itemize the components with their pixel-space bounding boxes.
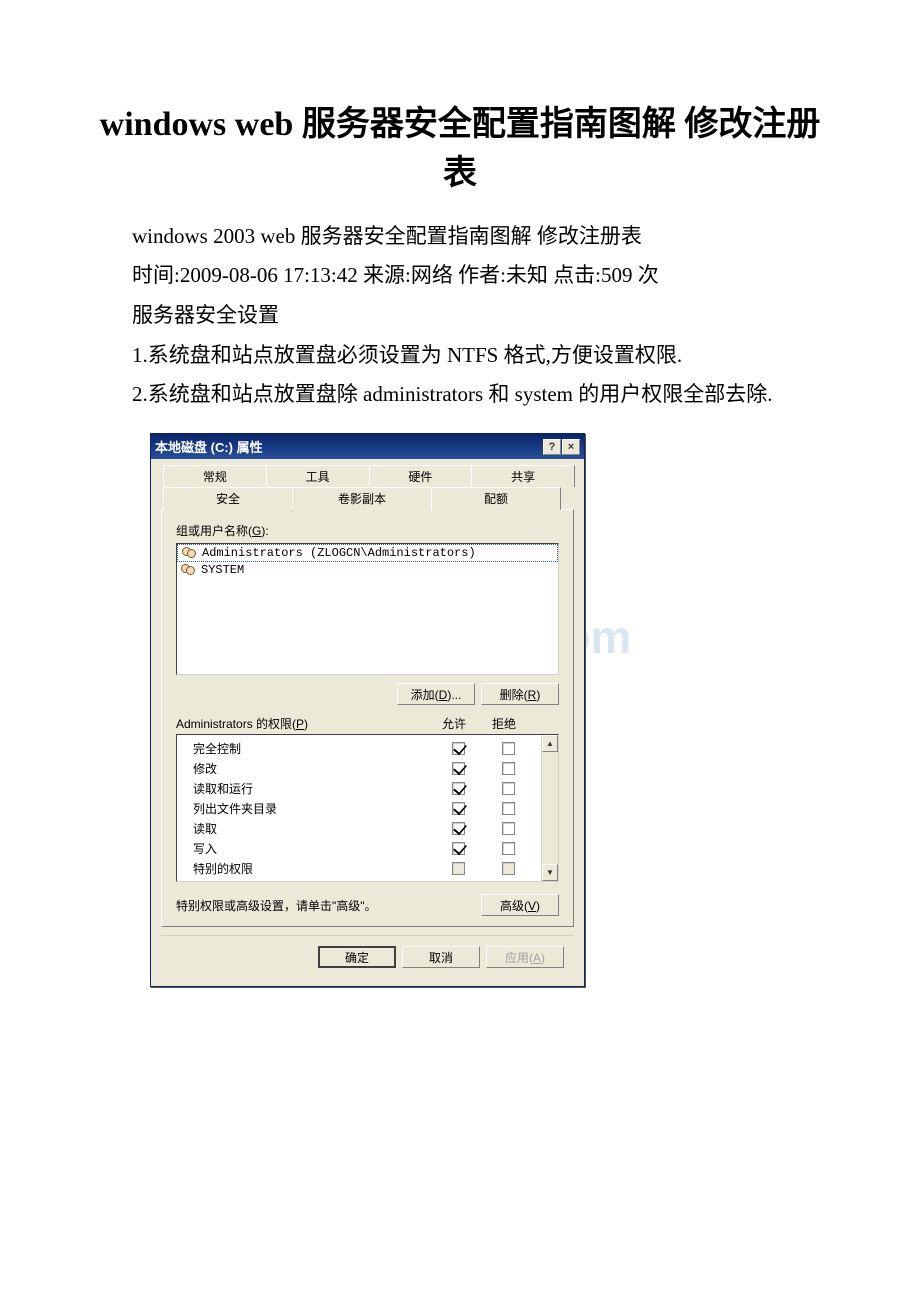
tab-general[interactable]: 常规 bbox=[163, 465, 267, 487]
permission-name: 修改 bbox=[193, 760, 433, 777]
user-name: SYSTEM bbox=[201, 563, 244, 577]
group-users-label: 组或用户名称(G): bbox=[176, 522, 559, 539]
apply-button[interactable]: 应用(A) bbox=[486, 946, 564, 968]
permission-name: 完全控制 bbox=[193, 740, 433, 757]
para-step-2: 2.系统盘和站点放置盘除 administrators 和 system 的用户… bbox=[90, 377, 830, 413]
tab-quota[interactable]: 配额 bbox=[431, 487, 561, 510]
table-row: 列出文件夹目录 bbox=[193, 798, 533, 818]
properties-dialog: 本地磁盘 (C:) 属性 ? × 常规 工具 硬件 共享 安全 卷影副本 配额 bbox=[150, 433, 585, 987]
permission-name: 读取 bbox=[193, 820, 433, 837]
tab-container: 常规 工具 硬件 共享 安全 卷影副本 配额 组或用户名称(G): bbox=[161, 465, 574, 927]
deny-checkbox[interactable] bbox=[502, 782, 515, 795]
tab-hardware[interactable]: 硬件 bbox=[369, 465, 473, 487]
document-title: windows web 服务器安全配置指南图解 修改注册表 bbox=[90, 100, 830, 199]
group-icon bbox=[181, 563, 197, 577]
scrollbar[interactable]: ▲ ▼ bbox=[541, 735, 558, 881]
permissions-label: Administrators 的权限(P) bbox=[176, 715, 308, 732]
deny-checkbox[interactable] bbox=[502, 762, 515, 775]
advanced-button[interactable]: 高级(V) bbox=[481, 894, 559, 916]
allow-checkbox[interactable] bbox=[452, 762, 465, 775]
dialog-titlebar[interactable]: 本地磁盘 (C:) 属性 ? × bbox=[151, 434, 584, 459]
list-item[interactable]: SYSTEM bbox=[177, 562, 558, 578]
tab-security[interactable]: 安全 bbox=[163, 487, 293, 511]
add-button[interactable]: 添加(D)... bbox=[397, 683, 475, 705]
dialog-title: 本地磁盘 (C:) 属性 bbox=[155, 437, 263, 456]
scroll-down-icon[interactable]: ▼ bbox=[542, 864, 558, 881]
table-row: 读取 bbox=[193, 818, 533, 838]
screenshot-container: 本地磁盘 (C:) 属性 ? × 常规 工具 硬件 共享 安全 卷影副本 配额 bbox=[150, 433, 830, 987]
deny-checkbox[interactable] bbox=[502, 822, 515, 835]
para-meta: 时间:2009-08-06 17:13:42 来源:网络 作者:未知 点击:50… bbox=[90, 258, 830, 294]
table-row: 完全控制 bbox=[193, 738, 533, 758]
column-allow: 允许 bbox=[429, 715, 479, 732]
group-icon bbox=[182, 546, 198, 560]
allow-checkbox[interactable] bbox=[452, 742, 465, 755]
help-button[interactable]: ? bbox=[543, 439, 561, 455]
users-listbox[interactable]: Administrators (ZLOGCN\Administrators) S… bbox=[176, 543, 559, 675]
allow-checkbox[interactable] bbox=[452, 842, 465, 855]
document-body: windows 2003 web 服务器安全配置指南图解 修改注册表 时间:20… bbox=[90, 219, 830, 413]
permission-name: 特别的权限 bbox=[193, 860, 433, 877]
permissions-table: 完全控制修改读取和运行列出文件夹目录读取写入特别的权限 bbox=[177, 735, 541, 881]
security-tab-panel: 组或用户名称(G): Administrators (ZLOGCN\Admini… bbox=[161, 509, 574, 927]
permission-name: 列出文件夹目录 bbox=[193, 800, 433, 817]
tab-tools[interactable]: 工具 bbox=[266, 465, 370, 487]
scroll-up-icon[interactable]: ▲ bbox=[542, 735, 558, 752]
allow-checkbox[interactable] bbox=[452, 862, 465, 875]
allow-checkbox[interactable] bbox=[452, 802, 465, 815]
para-heading: 服务器安全设置 bbox=[90, 298, 830, 334]
table-row: 读取和运行 bbox=[193, 778, 533, 798]
cancel-button[interactable]: 取消 bbox=[402, 946, 480, 968]
deny-checkbox[interactable] bbox=[502, 862, 515, 875]
user-name: Administrators (ZLOGCN\Administrators) bbox=[202, 546, 476, 560]
close-button[interactable]: × bbox=[562, 439, 580, 455]
table-row: 写入 bbox=[193, 838, 533, 858]
remove-button[interactable]: 删除(R) bbox=[481, 683, 559, 705]
para-step-1: 1.系统盘和站点放置盘必须设置为 NTFS 格式,方便设置权限. bbox=[90, 338, 830, 374]
para-subtitle: windows 2003 web 服务器安全配置指南图解 修改注册表 bbox=[90, 219, 830, 255]
tab-sharing[interactable]: 共享 bbox=[471, 465, 575, 487]
column-deny: 拒绝 bbox=[479, 715, 529, 732]
allow-checkbox[interactable] bbox=[452, 782, 465, 795]
ok-button[interactable]: 确定 bbox=[318, 946, 396, 968]
table-row: 特别的权限 bbox=[193, 858, 533, 878]
permission-name: 写入 bbox=[193, 840, 433, 857]
allow-checkbox[interactable] bbox=[452, 822, 465, 835]
tab-shadow-copies[interactable]: 卷影副本 bbox=[292, 487, 432, 510]
deny-checkbox[interactable] bbox=[502, 802, 515, 815]
list-item[interactable]: Administrators (ZLOGCN\Administrators) bbox=[177, 544, 558, 562]
advanced-hint: 特别权限或高级设置，请单击"高级"。 bbox=[176, 897, 377, 914]
deny-checkbox[interactable] bbox=[502, 742, 515, 755]
table-row: 修改 bbox=[193, 758, 533, 778]
permission-name: 读取和运行 bbox=[193, 780, 433, 797]
deny-checkbox[interactable] bbox=[502, 842, 515, 855]
